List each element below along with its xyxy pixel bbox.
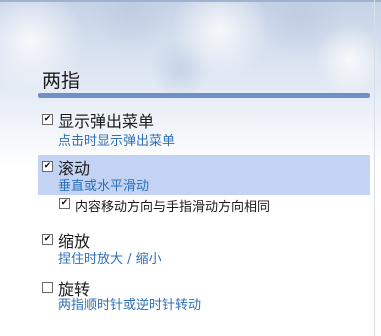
option-description: 捏住时放大 / 缩小	[58, 252, 162, 267]
zoom-checkbox[interactable]	[42, 234, 53, 245]
suboption-label: 内容移动方向与手指滑动方向相同	[75, 200, 271, 215]
two-finger-settings-panel: 两指 显示弹出菜单 点击时显示弹出菜单 滚动 垂直或水平滑动 内容移动方向与手指…	[0, 0, 381, 336]
option-show-popup-menu[interactable]: 显示弹出菜单 点击时显示弹出菜单	[38, 106, 370, 150]
option-description: 垂直或水平滑动	[58, 179, 150, 194]
option-label: 显示弹出菜单	[58, 112, 155, 131]
option-rotate[interactable]: 旋转 两指顺时针或逆时针转动	[38, 274, 370, 318]
rotate-checkbox[interactable]	[42, 282, 53, 293]
show-popup-menu-checkbox[interactable]	[42, 114, 53, 125]
option-zoom[interactable]: 缩放 捏住时放大 / 缩小	[38, 226, 370, 270]
option-description: 点击时显示弹出菜单	[58, 134, 176, 149]
suboption-natural-scroll[interactable]: 内容移动方向与手指滑动方向相同	[38, 195, 370, 215]
scroll-checkbox[interactable]	[42, 161, 53, 172]
option-scroll[interactable]: 滚动 垂直或水平滑动	[38, 155, 370, 195]
natural-scroll-checkbox[interactable]	[59, 198, 70, 209]
section-title: 两指	[42, 70, 81, 92]
section-divider	[38, 93, 370, 98]
option-description: 两指顺时针或逆时针转动	[58, 298, 202, 313]
